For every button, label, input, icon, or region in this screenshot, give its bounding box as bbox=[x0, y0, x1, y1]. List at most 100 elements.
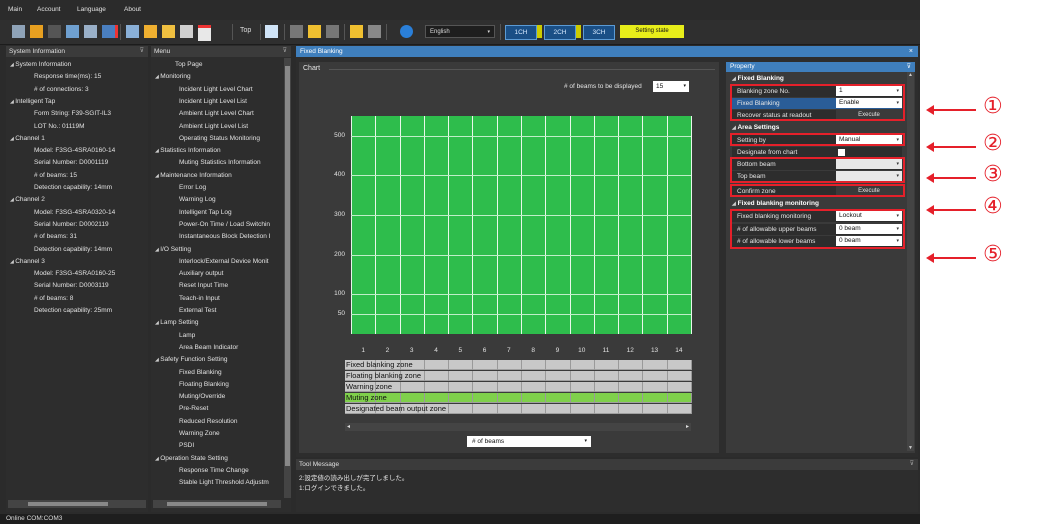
menu-tree-item[interactable]: Teach-in Input bbox=[179, 295, 220, 302]
horizontal-scrollbar[interactable] bbox=[153, 500, 281, 508]
menu-tree-item[interactable]: Power-On Time / Load Switchin bbox=[179, 221, 270, 228]
monitor-icon[interactable] bbox=[102, 25, 118, 38]
menu-tree-item[interactable]: Area Beam Indicator bbox=[179, 344, 238, 351]
scroll-left-icon[interactable]: ◂ bbox=[347, 423, 350, 430]
beam-bar[interactable] bbox=[496, 116, 521, 334]
menu-tree-item[interactable]: Operating Status Monitoring bbox=[179, 135, 260, 142]
menu-tree-item[interactable]: ◢ Lamp Setting bbox=[155, 319, 199, 326]
menu-tree-item[interactable]: Muting/Override bbox=[179, 393, 225, 400]
tool-icon[interactable] bbox=[368, 25, 381, 38]
chart-horizontal-scrollbar[interactable]: ◂ ▸ bbox=[345, 423, 691, 431]
menu-tree-item[interactable]: Incident Light Level List bbox=[179, 98, 247, 105]
pin-icon[interactable] bbox=[290, 25, 303, 38]
menu-tree-item[interactable]: Pre-Reset bbox=[179, 405, 208, 412]
beam-bar[interactable] bbox=[569, 116, 594, 334]
menu-tree-item[interactable]: Ambient Light Level Chart bbox=[179, 110, 254, 117]
menu-tree-item[interactable]: Warning Log bbox=[179, 196, 216, 203]
beam-chart-plot[interactable] bbox=[351, 116, 692, 334]
beam-bar[interactable] bbox=[472, 116, 497, 334]
system_information-tree-item[interactable]: Form String: F39-SGIT-IL3 bbox=[34, 110, 111, 117]
menu-tree-item[interactable]: ◢ Safety Function Setting bbox=[155, 356, 227, 363]
system_information-tree-item[interactable]: Response time(ms): 15 bbox=[34, 73, 101, 80]
system_information-tree-item[interactable]: # of beams: 8 bbox=[34, 295, 73, 302]
system_information-tree-item[interactable]: Serial Number: D0002119 bbox=[34, 221, 109, 228]
vertical-scrollbar[interactable] bbox=[284, 58, 291, 498]
person-icon[interactable] bbox=[198, 25, 211, 41]
lock-icon[interactable] bbox=[308, 25, 321, 38]
system_information-tree-item[interactable]: ◢ Channel 1 bbox=[10, 135, 45, 142]
system_information-tree-item[interactable]: # of beams: 15 bbox=[34, 172, 77, 179]
beam-bar[interactable] bbox=[521, 116, 546, 334]
close-icon[interactable]: × bbox=[909, 46, 913, 57]
scroll-right-icon[interactable]: ▸ bbox=[686, 423, 689, 430]
settings-file-icon[interactable] bbox=[144, 25, 157, 38]
system_information-tree-item[interactable]: Detection capability: 25mm bbox=[34, 307, 112, 314]
menu-tree-item[interactable]: Intelligent Tap Log bbox=[179, 209, 232, 216]
menu-about[interactable]: About bbox=[124, 6, 141, 13]
menu-tree-item[interactable]: Stable Light Threshold Adjustm bbox=[179, 479, 269, 486]
compare-icon[interactable] bbox=[84, 25, 97, 38]
menu-tree-item[interactable]: Warning Zone bbox=[179, 430, 220, 437]
property-vertical-scrollbar[interactable]: ▲ ▼ bbox=[907, 72, 914, 451]
system_information-tree-item[interactable]: ◢ Channel 2 bbox=[10, 196, 45, 203]
horizontal-scrollbar[interactable] bbox=[8, 500, 146, 508]
system_information-tree-item[interactable]: LOT No.: 01119M bbox=[34, 123, 85, 130]
system_information-tree-item[interactable]: Model: F3SG-4SRA0160-14 bbox=[34, 147, 115, 154]
menu-tree-item[interactable]: Ambient Light Level List bbox=[179, 123, 248, 130]
system_information-tree-item[interactable]: # of beams: 31 bbox=[34, 233, 77, 240]
system_information-tree-item[interactable]: # of connections: 3 bbox=[34, 86, 89, 93]
system_information-tree-item[interactable]: ◢ System Information bbox=[10, 61, 71, 68]
beam-bar[interactable] bbox=[375, 116, 400, 334]
list-icon[interactable] bbox=[180, 25, 193, 38]
menu-tree-item[interactable]: Muting Statistics Information bbox=[179, 159, 261, 166]
language-select[interactable]: English ▾ bbox=[425, 25, 495, 38]
chart-icon[interactable] bbox=[126, 25, 139, 38]
channel-1-button[interactable]: 1CH bbox=[505, 25, 537, 40]
beam-bar[interactable] bbox=[642, 116, 667, 334]
menu-tree-item[interactable]: ◢ Operation State Setting bbox=[155, 455, 228, 462]
menu-account[interactable]: Account bbox=[37, 6, 61, 13]
system_information-tree-item[interactable]: Model: F3SG-4SRA0320-14 bbox=[34, 209, 115, 216]
window-icon[interactable] bbox=[265, 25, 278, 38]
beam-bar[interactable] bbox=[618, 116, 643, 334]
beam-bar[interactable] bbox=[593, 116, 619, 334]
menu-main[interactable]: Main bbox=[8, 6, 22, 13]
menu-tree-item[interactable]: ◢ Maintenance Information bbox=[155, 172, 232, 179]
menu-tree-item[interactable]: Fixed Blanking bbox=[179, 369, 222, 376]
menu-tree-item[interactable]: Auxiliary output bbox=[179, 270, 223, 277]
setting-state-button[interactable]: Setting state bbox=[620, 25, 684, 38]
x-axis-mode-select[interactable]: # of beams ▾ bbox=[467, 436, 591, 447]
beam-bar[interactable] bbox=[545, 116, 570, 334]
menu-tree-item[interactable]: Instantaneous Block Detection I bbox=[179, 233, 270, 240]
beam-bar[interactable] bbox=[399, 116, 424, 334]
save-icon[interactable] bbox=[30, 25, 43, 38]
scroll-down-icon[interactable]: ▼ bbox=[908, 445, 913, 451]
top-button[interactable]: Top bbox=[240, 27, 251, 34]
channel-3-button[interactable]: 3CH bbox=[583, 25, 615, 40]
menu-tree-item[interactable]: Error Log bbox=[179, 184, 206, 191]
menu-tree-item[interactable]: PSDI bbox=[179, 442, 194, 449]
menu-tree-item[interactable]: Top Page bbox=[175, 61, 202, 68]
menu-tree-item[interactable]: ◢ Monitoring bbox=[155, 73, 191, 80]
system_information-tree-item[interactable]: Serial Number: D0003119 bbox=[34, 282, 109, 289]
fixed-blanking-tab[interactable]: Fixed Blanking × bbox=[296, 46, 918, 57]
menu-language[interactable]: Language bbox=[77, 6, 106, 13]
beam-bar[interactable] bbox=[448, 116, 473, 334]
beam-bar[interactable] bbox=[666, 116, 691, 334]
menu-tree-item[interactable]: Incident Light Level Chart bbox=[179, 86, 253, 93]
system_information-tree-item[interactable]: Detection capability: 14mm bbox=[34, 246, 112, 253]
pin-icon[interactable]: ⊽ bbox=[907, 62, 911, 72]
beam-bar[interactable] bbox=[423, 116, 449, 334]
system_information-tree-item[interactable]: ◢ Intelligent Tap bbox=[10, 98, 55, 105]
menu-tree-item[interactable]: Reduced Resolution bbox=[179, 418, 238, 425]
scroll-up-icon[interactable]: ▲ bbox=[908, 72, 913, 78]
menu-tree-item[interactable]: Lamp bbox=[179, 332, 195, 339]
section-fixed-blanking-monitoring[interactable]: ◢ Fixed blanking monitoring bbox=[732, 200, 819, 207]
report-icon[interactable] bbox=[162, 25, 175, 38]
disconnect-icon[interactable] bbox=[12, 25, 25, 38]
system_information-tree-item[interactable]: Serial Number: D0001119 bbox=[34, 159, 108, 166]
pin-icon[interactable]: ⊽ bbox=[140, 46, 144, 57]
pin-icon[interactable]: ⊽ bbox=[910, 459, 914, 470]
menu-tree-item[interactable]: Interlock/External Device Monit bbox=[179, 258, 269, 265]
system_information-tree-item[interactable]: ◢ Channel 3 bbox=[10, 258, 45, 265]
